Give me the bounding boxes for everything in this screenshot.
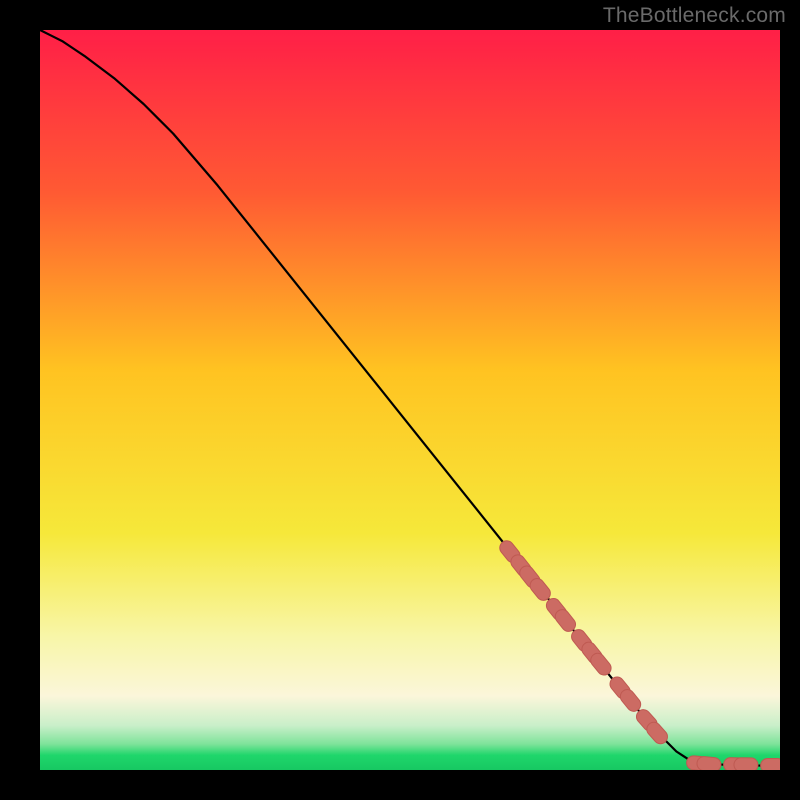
- data-marker: [734, 758, 758, 770]
- data-marker: [761, 759, 780, 770]
- watermark: TheBottleneck.com: [603, 4, 786, 28]
- chart-plot: [40, 30, 780, 770]
- stage: TheBottleneck.com: [0, 0, 800, 800]
- gradient-background: [40, 30, 780, 770]
- chart-svg: [40, 30, 780, 770]
